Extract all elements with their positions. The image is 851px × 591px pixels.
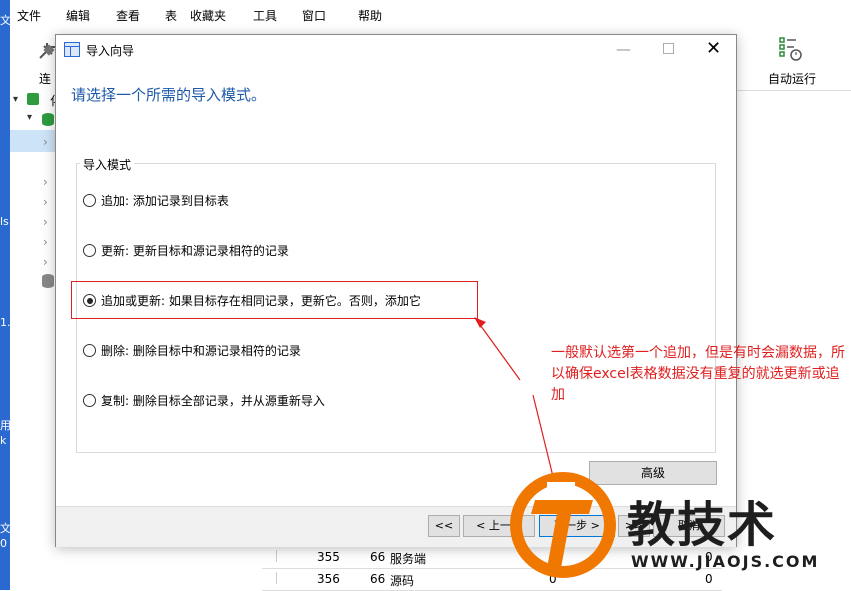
watermark-url: WWW.JIAOJS.COM	[631, 552, 820, 571]
arrow-head	[474, 317, 486, 328]
annotation-text: 一般默认选第一个追加，但是有时会漏数据，所以确保excel表格数据没有重复的就选…	[551, 345, 845, 403]
watermark-logo: 教技术 WWW.JIAOJS.COM	[505, 470, 845, 585]
watermark-brand: 教技术	[627, 497, 778, 553]
logo-mark-icon	[510, 472, 616, 578]
